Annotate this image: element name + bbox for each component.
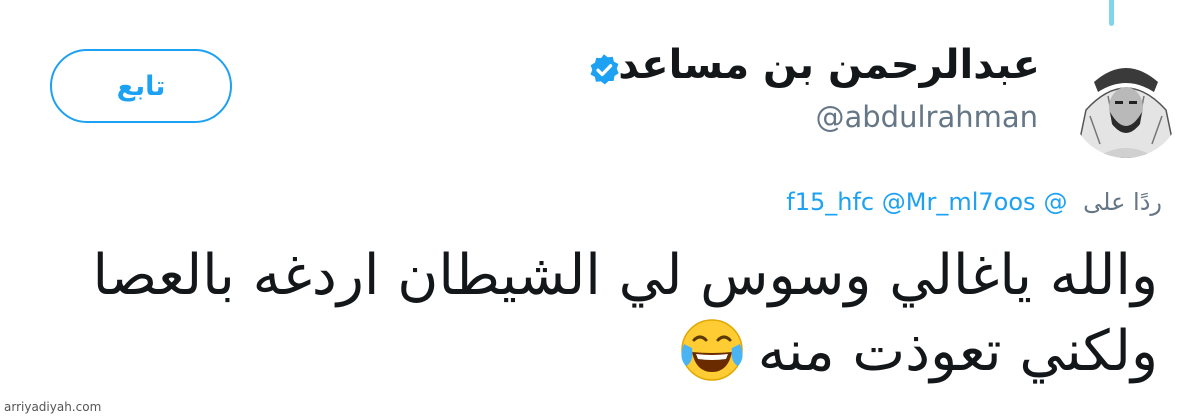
author-display-name[interactable]: عبدالرحمن بن مساعد xyxy=(618,42,1040,88)
avatar[interactable] xyxy=(1070,46,1182,158)
tweet-text-segment: ولكني تعوذت منه xyxy=(757,319,1158,384)
face-with-tears-of-joy-icon xyxy=(676,314,748,386)
thread-connector-line xyxy=(1109,0,1114,26)
follow-button[interactable]: تابع xyxy=(50,49,232,123)
reply-to-line: ردًا على @f15_hfc @Mr_ml7oos xyxy=(786,188,1162,216)
tweet-text-line: والله ياغالي وسوس لي الشيطان اردغه بالعص… xyxy=(92,243,1158,308)
reply-to-prefix: ردًا على xyxy=(1083,188,1162,216)
author-handle[interactable]: @abdulrahman xyxy=(816,100,1039,134)
tweet-text: والله ياغالي وسوس لي الشيطان اردغه بالعص… xyxy=(8,238,1158,390)
tweet-text-line: ولكني تعوذت منه xyxy=(8,314,1158,390)
watermark-text: arriyadiyah.com xyxy=(4,400,102,414)
avatar-image xyxy=(1070,46,1182,158)
verified-badge-icon xyxy=(586,52,622,88)
mention-link[interactable]: @Mr_ml7oos xyxy=(882,188,1036,216)
